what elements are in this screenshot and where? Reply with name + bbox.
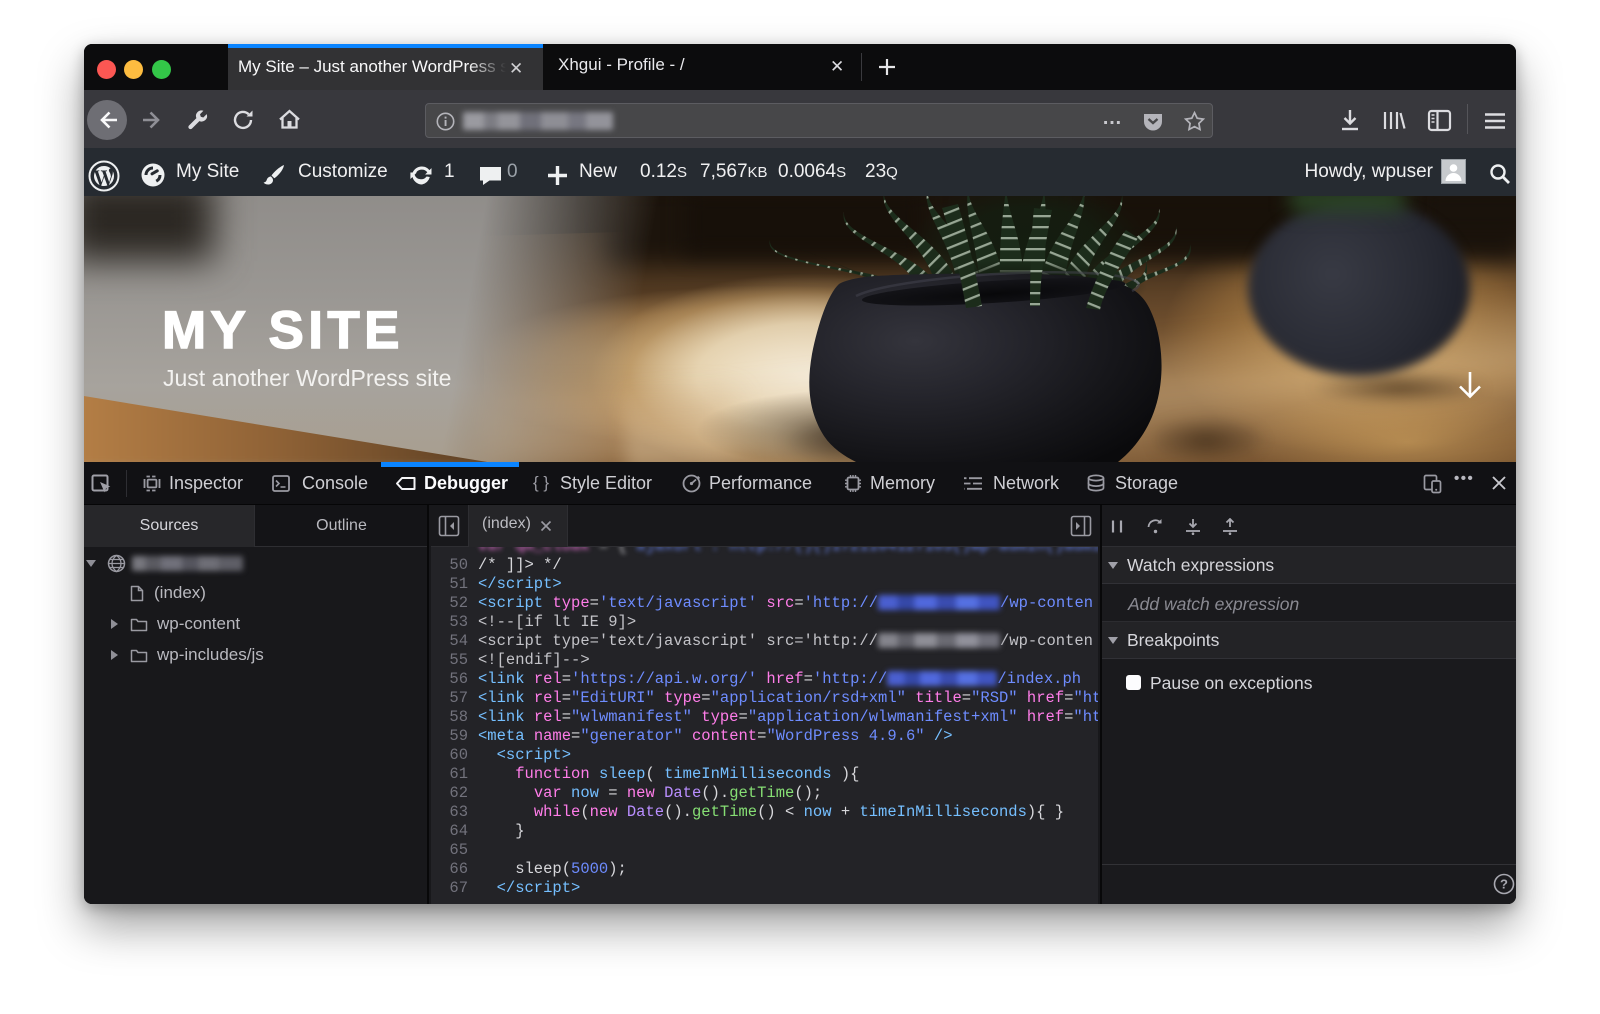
svg-text:?: ? — [1500, 877, 1508, 892]
